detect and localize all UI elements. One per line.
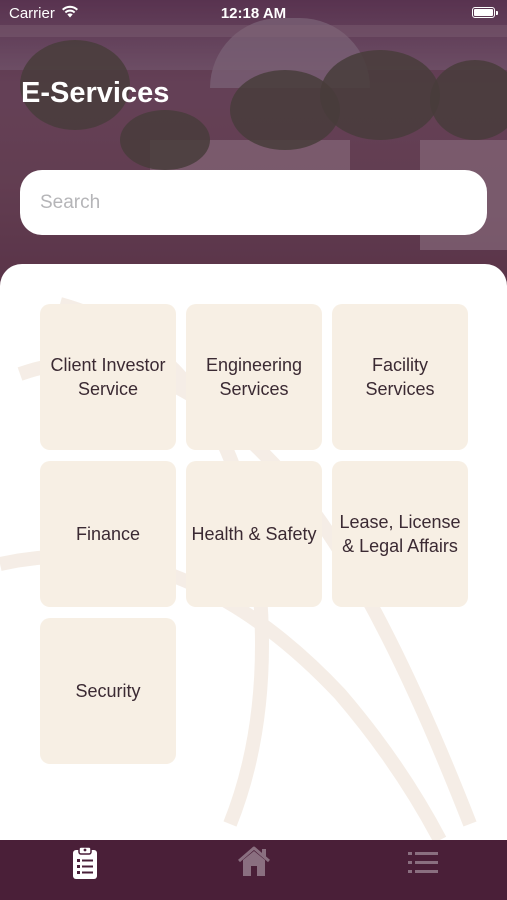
status-bar: Carrier 12:18 AM	[0, 0, 507, 28]
tab-services[interactable]	[0, 840, 169, 900]
tab-menu[interactable]	[338, 840, 507, 900]
page-title: E-Services	[21, 77, 170, 109]
service-tile-health-safety[interactable]: Health & Safety	[186, 461, 322, 607]
service-tile-lease-legal[interactable]: Lease, License & Legal Affairs	[332, 461, 468, 607]
battery-icon	[472, 7, 498, 18]
home-icon	[237, 846, 271, 883]
service-tile-engineering[interactable]: Engineering Services	[186, 304, 322, 450]
status-time: 12:18 AM	[220, 5, 287, 22]
list-icon	[407, 846, 439, 880]
clipboard-icon	[72, 846, 98, 885]
search-input[interactable]	[20, 170, 487, 235]
search-field[interactable]	[20, 170, 487, 235]
e-services-screen: Carrier 12:18 AM E-Services Search Clien…	[0, 0, 507, 900]
service-tile-finance[interactable]: Finance	[40, 461, 176, 607]
tab-bar	[0, 840, 507, 900]
service-tile-client-investor[interactable]: Client Investor Service	[40, 304, 176, 450]
services-card: Client Investor Service Engineering Serv…	[0, 264, 507, 840]
services-grid: Client Investor Service Engineering Serv…	[40, 304, 468, 764]
service-tile-security[interactable]: Security	[40, 618, 176, 764]
header-background-image	[0, 0, 507, 300]
service-tile-facility[interactable]: Facility Services	[332, 304, 468, 450]
tab-home[interactable]	[169, 840, 338, 900]
